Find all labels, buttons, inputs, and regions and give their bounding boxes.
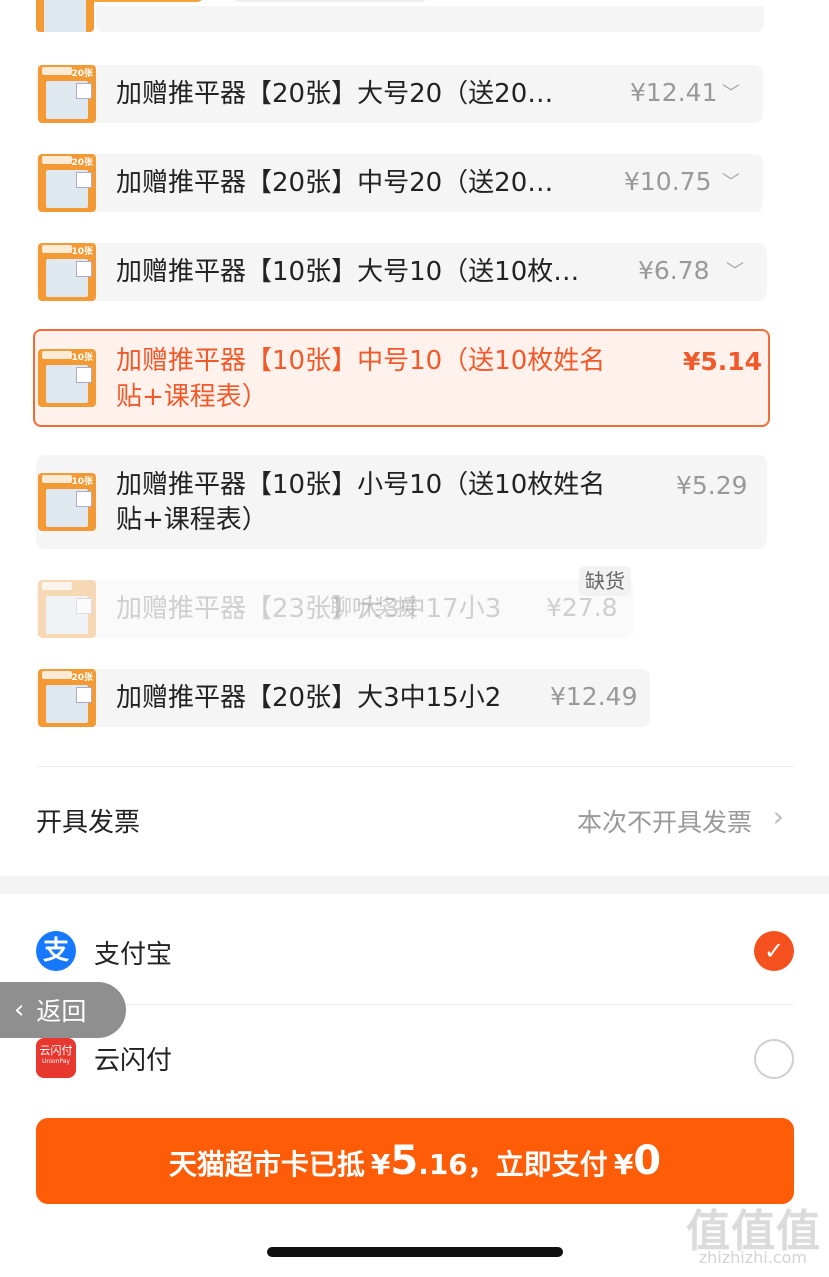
sku-option[interactable]: 20张 加赠推平器【20张】中号20（送20… ¥10.75 ﹀ (36, 154, 763, 212)
divider (36, 1004, 794, 1005)
sku-price: ¥27.8 (546, 593, 618, 622)
sku-option[interactable]: 20张 加赠推平器【20张】大号20（送20… ¥12.41 ﹀ (36, 65, 763, 123)
sku-name: 加赠推平器【23张】大3中17小3 (116, 594, 502, 624)
sku-price: ¥6.78 (638, 256, 710, 285)
product-thumbnail (38, 580, 96, 638)
sku-option[interactable]: 20张 加赠推平器【20张】大3中15小2 ¥12.49 (36, 669, 650, 727)
alipay-label: 支付宝 (94, 940, 173, 970)
sku-option-selected[interactable]: 10张 加赠推平器【10张】中号10（送10枚姓名 贴+课程表） ¥5.14 (33, 329, 770, 427)
out-of-stock-badge: 缺货 (579, 566, 631, 596)
radio-checked-icon[interactable]: ✓ (754, 931, 794, 971)
chevron-down-icon[interactable]: ﹀ (722, 168, 740, 194)
sku-price: ¥12.41 (630, 78, 718, 107)
back-button[interactable]: ‹ 返回 (0, 982, 126, 1038)
sku-name: 加赠推平器【20张】中号20（送20… (116, 168, 554, 198)
chevron-down-icon[interactable]: ﹀ (722, 79, 740, 105)
back-label: 返回 (36, 997, 87, 1026)
invoice-label: 开具发票 (36, 808, 141, 838)
alipay-icon: 支 (36, 931, 76, 971)
product-thumbnail: 10张 (38, 349, 96, 407)
product-thumbnail: 10张 (38, 243, 96, 301)
product-thumbnail: 20张 (38, 65, 96, 123)
section-separator (0, 876, 829, 894)
chevron-left-icon: ‹ (14, 995, 25, 1025)
divider (36, 766, 794, 767)
sku-price: ¥5.14 (683, 347, 763, 376)
partial-tag-grey (230, 0, 430, 2)
chevron-down-icon[interactable]: ﹀ (726, 257, 744, 283)
overlay-watermark-text: 聊听奖援 (330, 596, 419, 621)
home-indicator (267, 1247, 563, 1257)
partial-sku-background (96, 6, 764, 32)
sku-option[interactable]: 10张 加赠推平器【10张】小号10（送10枚姓名 贴+课程表） ¥5.29 (36, 455, 767, 549)
product-thumbnail: 20张 (38, 669, 96, 727)
unionpay-label: 云闪付 (94, 1046, 173, 1076)
sku-price: ¥10.75 (624, 167, 712, 196)
product-thumbnail (36, 0, 94, 32)
sku-price: ¥5.29 (676, 471, 748, 500)
partial-sku-row (0, 0, 829, 36)
sku-price: ¥12.49 (550, 682, 638, 711)
unionpay-icon: 云闪付 UnionPay (36, 1038, 76, 1078)
sku-option[interactable]: 10张 加赠推平器【10张】大号10（送10枚… ¥6.78 ﹀ (36, 243, 767, 301)
radio-unchecked-icon[interactable] (754, 1039, 794, 1079)
sku-name-line2: 贴+课程表） (116, 382, 268, 412)
sku-name: 加赠推平器【10张】大号10（送10枚… (116, 257, 580, 287)
product-thumbnail: 10张 (38, 473, 96, 531)
sku-name-line2: 贴+课程表） (116, 505, 268, 535)
sku-name: 加赠推平器【20张】大3中15小2 (116, 683, 502, 713)
sku-name: 加赠推平器【20张】大号20（送20… (116, 79, 554, 109)
invoice-row[interactable]: 开具发票 本次不开具发票 › (36, 790, 794, 850)
payment-option-unionpay[interactable]: 云闪付 UnionPay 云闪付 (36, 1030, 794, 1086)
sku-name-line1: 加赠推平器【10张】中号10（送10枚姓名 (116, 346, 606, 376)
payment-option-alipay[interactable]: 支 支付宝 ✓ (36, 924, 794, 980)
sku-name-line1: 加赠推平器【10张】小号10（送10枚姓名 (116, 470, 606, 500)
chevron-right-icon: › (772, 800, 784, 833)
pay-button[interactable]: 天猫超市卡已抵 ¥ 5 .16 ，立即支付 ¥ 0 (36, 1118, 794, 1204)
site-watermark-url: zhizhizhi.com (698, 1248, 807, 1267)
product-thumbnail: 20张 (38, 154, 96, 212)
invoice-value: 本次不开具发票 (576, 808, 752, 837)
